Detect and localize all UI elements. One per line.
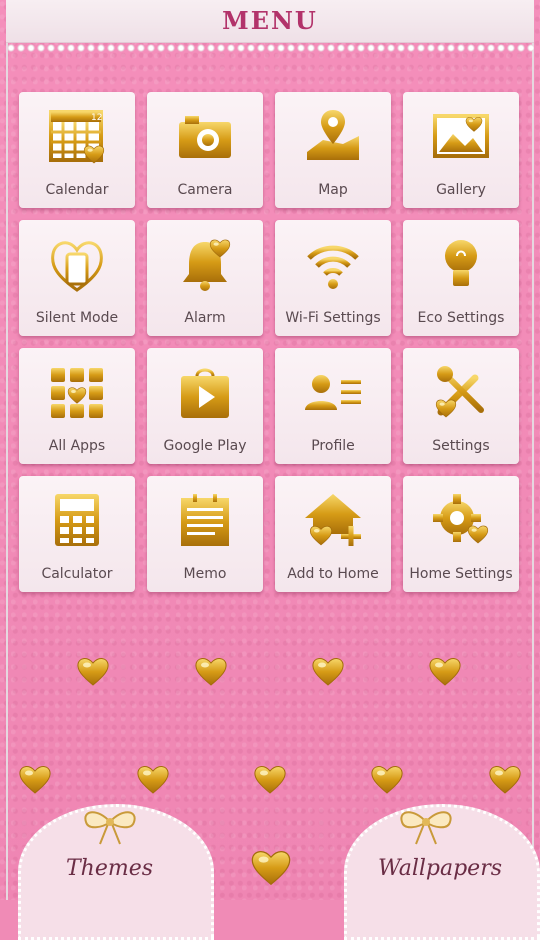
calendar-icon: 12 [49, 110, 105, 164]
app-tile-calculator[interactable]: Calculator [19, 476, 135, 592]
app-label: All Apps [48, 438, 106, 454]
heart-icon [18, 764, 52, 794]
app-label: Alarm [184, 310, 226, 326]
memo-icon [181, 494, 229, 546]
app-tile-eco-settings[interactable]: Eco Settings [403, 220, 519, 336]
app-label: Calendar [45, 182, 109, 198]
heart-icon [194, 656, 228, 686]
app-label: Add to Home [287, 566, 379, 582]
app-label: Camera [177, 182, 233, 198]
app-tile-all-apps[interactable]: All Apps [19, 348, 135, 464]
bow-icon [84, 811, 136, 845]
app-label: Settings [432, 438, 490, 454]
alarm-bell-icon [183, 239, 231, 291]
app-label: Gallery [436, 182, 486, 198]
app-tile-profile[interactable]: Profile [275, 348, 391, 464]
heart-icon [488, 764, 522, 794]
app-label: Google Play [163, 438, 247, 454]
heart-icon [136, 764, 170, 794]
app-label: Map [318, 182, 348, 198]
app-tile-memo[interactable]: Memo [147, 476, 263, 592]
gallery-icon [433, 114, 489, 158]
google-play-icon [181, 368, 229, 418]
profile-icon [305, 375, 361, 410]
app-tile-map[interactable]: Map [275, 92, 391, 208]
silent-mode-icon [51, 241, 103, 292]
pearl-border [6, 42, 534, 54]
bow-icon [400, 811, 452, 845]
heart-icon [76, 656, 110, 686]
themes-label: Themes [66, 856, 154, 881]
app-label: Wi-Fi Settings [285, 310, 381, 326]
wifi-icon [307, 245, 359, 289]
heart-icon [250, 848, 292, 886]
map-icon [307, 110, 359, 160]
calendar-number: 12 [91, 113, 102, 123]
calculator-icon [55, 494, 99, 546]
camera-icon [179, 116, 231, 158]
app-tile-calendar[interactable]: 12 Calendar [19, 92, 135, 208]
app-tile-alarm[interactable]: Alarm [147, 220, 263, 336]
app-tile-camera[interactable]: Camera [147, 92, 263, 208]
all-apps-grid-icon [51, 368, 103, 418]
bulb-icon [445, 240, 477, 286]
app-tile-home-settings[interactable]: Home Settings [403, 476, 519, 592]
tools-icon [435, 366, 484, 418]
app-tile-gallery[interactable]: Gallery [403, 92, 519, 208]
app-tile-add-to-home[interactable]: Add to Home [275, 476, 391, 592]
add-home-icon [305, 494, 361, 546]
heart-icon [428, 656, 462, 686]
app-tile-wifi-settings[interactable]: Wi-Fi Settings [275, 220, 391, 336]
app-tile-google-play[interactable]: Google Play [147, 348, 263, 464]
wallpapers-label: Wallpapers [378, 856, 502, 881]
app-label: Profile [311, 438, 355, 454]
app-tile-settings[interactable]: Settings [403, 348, 519, 464]
app-label: Home Settings [409, 566, 513, 582]
app-tile-silent-mode[interactable]: Silent Mode [19, 220, 135, 336]
app-label: Silent Mode [35, 310, 119, 326]
page-title: MENU [222, 6, 318, 35]
app-label: Calculator [41, 566, 113, 582]
heart-icon [253, 764, 287, 794]
gear-icon [433, 494, 489, 544]
heart-icon [370, 764, 404, 794]
heart-icon [311, 656, 345, 686]
menu-header: MENU [6, 0, 534, 43]
app-label: Eco Settings [417, 310, 505, 326]
app-label: Memo [183, 566, 227, 582]
